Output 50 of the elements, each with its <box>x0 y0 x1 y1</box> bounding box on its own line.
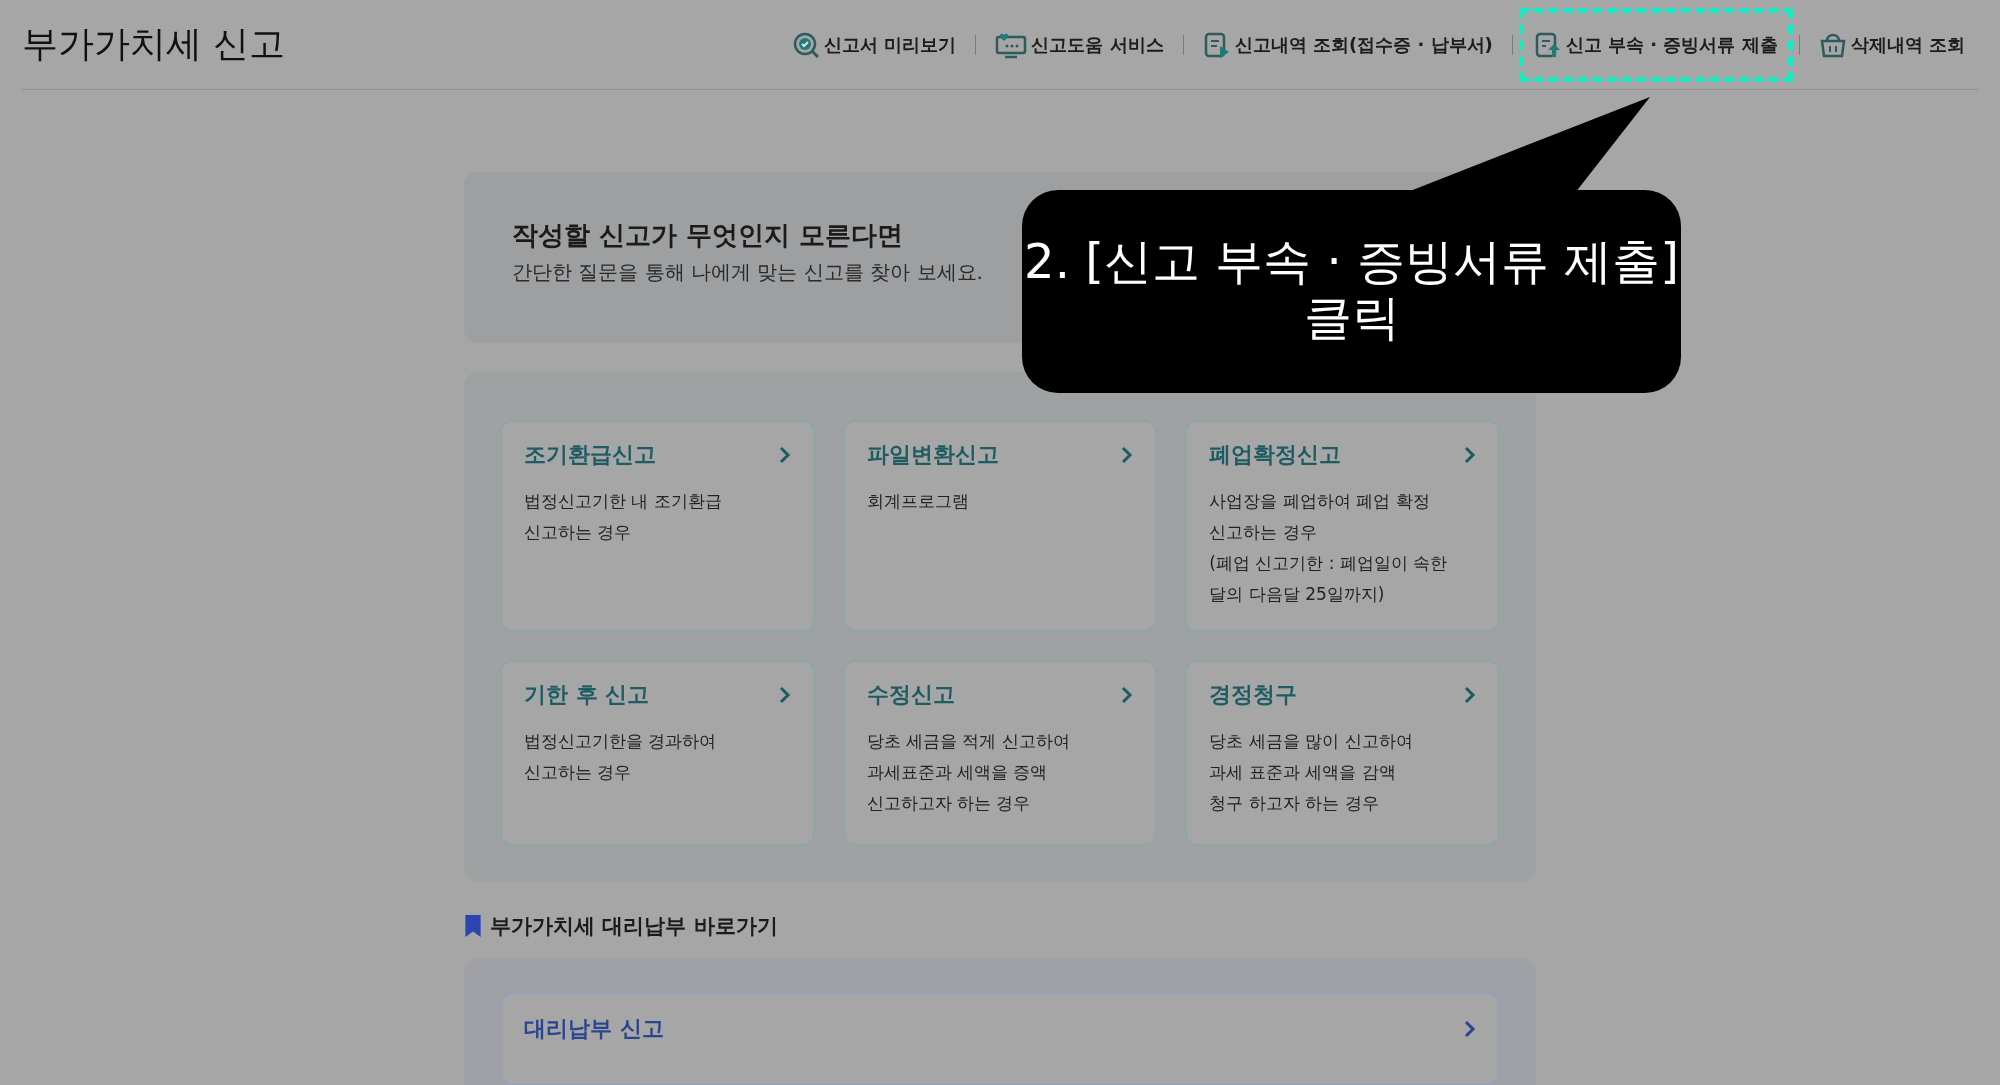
card-description: 회계프로그램 <box>866 490 970 513</box>
callout-tooltip-text: 2. [신고 부속 · 증빙서류 제출] 클릭 <box>1023 233 1680 345</box>
page-title: 부가가치세 신고 <box>22 22 286 66</box>
card-description: 과세 표준과 세액을 감액 <box>1209 761 1397 784</box>
card-description: 신고하는 경우 <box>524 761 633 784</box>
report-type-card[interactable]: 경정청구 당초 세금을 많이 신고하여 과세 표준과 세액을 감액 청구 하고자 하는 경우 <box>1185 660 1500 846</box>
card-description: 당초 세금을 많이 신고하여 <box>1209 730 1414 753</box>
intro-description: 간단한 질문을 통해 나에게 맞는 신고를 찾아 보세요. <box>512 259 983 286</box>
document-play-icon <box>1202 30 1231 59</box>
nav-link[interactable]: 신고 부속 · 증빙서류 제출 <box>1518 7 1793 82</box>
report-type-card[interactable]: 파일변환신고 회계프로그램 <box>842 420 1158 632</box>
nav-link[interactable]: 신고서 미리보기 <box>779 15 970 74</box>
card-description: 신고하는 경우 <box>1209 521 1318 544</box>
report-type-card[interactable]: 수정신고 당초 세금을 적게 신고하여 과세표준과 세액을 증액 신고하고자 하는 경우 <box>842 660 1158 846</box>
card-title: 경정청구 <box>1209 681 1298 709</box>
card-description: 사업장을 폐업하여 폐업 확정 <box>1209 490 1431 513</box>
nav-link[interactable]: 삭제내역 조회 <box>1805 15 1978 74</box>
card-title: 폐업확정신고 <box>1209 441 1342 469</box>
bookmark-icon <box>464 914 482 938</box>
intro-title: 작성할 신고가 무엇인지 모른다면 <box>512 219 905 252</box>
chevron-right-icon <box>1121 446 1134 464</box>
card-description: 법정신고기한을 경과하여 <box>524 730 718 753</box>
chevron-right-icon <box>778 446 791 464</box>
card-description: 신고하고자 하는 경우 <box>866 792 1032 815</box>
chevron-right-icon <box>1464 446 1476 464</box>
report-type-card[interactable]: 조기환급신고 법정신고기한 내 조기환급 신고하는 경우 <box>500 420 815 632</box>
card-description: 신고하는 경우 <box>524 521 633 544</box>
card-title: 수정신고 <box>866 681 955 709</box>
nav-link[interactable]: 신고도움 서비스 <box>982 15 1177 74</box>
chevron-right-icon <box>1121 686 1134 704</box>
card-description: 청구 하고자 하는 경우 <box>1209 792 1380 815</box>
card-description: 법정신고기한 내 조기환급 <box>524 490 723 513</box>
chevron-right-icon <box>1464 686 1476 704</box>
card-description: 달의 다음달 25일까지) <box>1209 583 1386 606</box>
section-title: 부가가치세 대리납부 바로가기 <box>490 913 778 940</box>
card-description: 당초 세금을 적게 신고하여 <box>866 730 1071 753</box>
report-type-card[interactable]: 기한 후 신고 법정신고기한을 경과하여 신고하는 경우 <box>500 660 815 846</box>
document-upload-icon <box>1533 30 1562 59</box>
card-description: 과세표준과 세액을 증액 <box>866 761 1049 784</box>
report-type-card[interactable]: 폐업확정신고 사업장을 폐업하여 폐업 확정 신고하는 경우 (폐업 신고기한 : 폐업일이 속한 달의 다음달 25일까지) <box>1185 420 1500 632</box>
proxy-card[interactable]: 대리납부 신고 <box>500 992 1500 1085</box>
nav-link[interactable]: 신고내역 조회(접수증 · 납부서) <box>1189 15 1506 74</box>
card-title: 대리납부 신고 <box>524 1015 664 1043</box>
chevron-right-icon <box>1464 1020 1476 1038</box>
chevron-right-icon <box>778 686 791 704</box>
magnifier-check-icon <box>792 30 821 59</box>
card-description: (폐업 신고기한 : 폐업일이 속한 <box>1209 552 1449 575</box>
card-title: 파일변환신고 <box>866 441 999 469</box>
card-title: 조기환급신고 <box>524 441 656 469</box>
card-title: 기한 후 신고 <box>524 681 650 709</box>
